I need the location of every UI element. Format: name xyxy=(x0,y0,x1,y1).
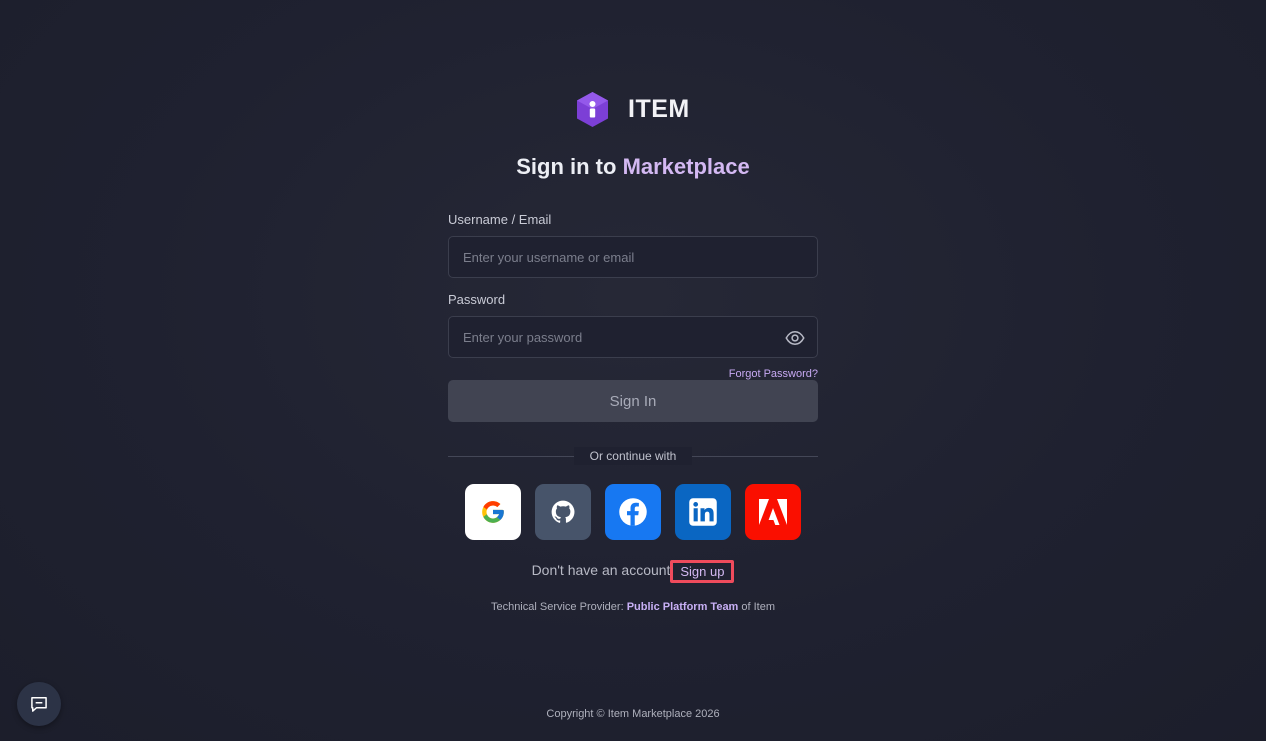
brand-header: ITEM xyxy=(575,91,690,128)
chat-icon xyxy=(31,697,47,712)
provider-suffix: of Item xyxy=(738,601,776,613)
password-input[interactable] xyxy=(449,317,817,357)
password-field-wrapper xyxy=(448,316,818,358)
chat-button[interactable] xyxy=(17,682,61,726)
signup-link[interactable]: Sign up xyxy=(670,560,735,583)
divider-text: Or continue with xyxy=(574,447,692,465)
provider-team: Public Platform Team xyxy=(626,601,739,613)
page-title: Sign in to Marketplace xyxy=(0,154,1266,180)
username-label: Username / Email xyxy=(448,212,552,227)
linkedin-login-button[interactable] xyxy=(675,484,731,540)
signin-form: Username / Email Password Forgot Passwor… xyxy=(448,212,818,465)
signup-prompt: Don't have an account xyxy=(531,562,671,579)
github-login-button[interactable] xyxy=(535,484,591,540)
forgot-password-link[interactable]: Forgot Password? xyxy=(729,368,818,380)
copyright-footer: Copyright © Item Marketplace 2026 xyxy=(546,708,720,720)
social-login-row xyxy=(465,484,801,540)
service-provider-text: Technical Service Provider: Public Platf… xyxy=(0,601,1266,613)
google-icon xyxy=(482,501,504,523)
show-password-eye-icon[interactable] xyxy=(785,328,805,348)
title-prefix: Sign in to xyxy=(516,154,623,179)
signup-row: Don't have an account Sign up xyxy=(0,560,1266,583)
google-login-button[interactable] xyxy=(465,484,521,540)
provider-prefix: Technical Service Provider: xyxy=(490,601,627,613)
adobe-icon xyxy=(759,499,787,525)
facebook-login-button[interactable] xyxy=(605,484,661,540)
brand-name: ITEM xyxy=(628,95,690,123)
username-input[interactable] xyxy=(449,237,817,277)
continue-divider: Or continue with xyxy=(448,447,818,465)
title-accent: Marketplace xyxy=(622,154,750,179)
sign-in-button[interactable]: Sign In xyxy=(448,380,818,422)
forgot-row: Forgot Password? xyxy=(448,364,818,380)
username-field-wrapper xyxy=(448,236,818,278)
github-icon xyxy=(551,500,575,523)
facebook-icon xyxy=(619,498,647,526)
password-label: Password xyxy=(448,292,506,307)
linkedin-icon xyxy=(689,498,717,526)
item-logo-icon xyxy=(577,92,608,127)
adobe-login-button[interactable] xyxy=(745,484,801,540)
